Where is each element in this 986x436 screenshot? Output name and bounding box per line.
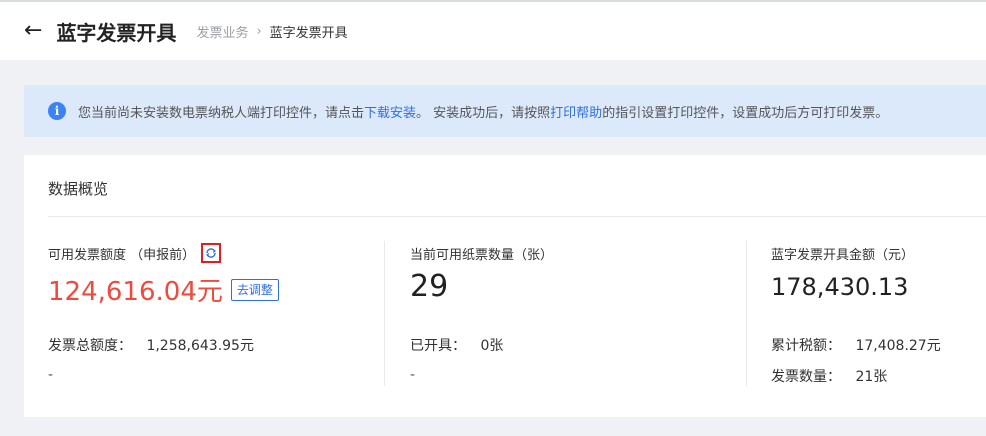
page-title: 蓝字发票开具 (56, 20, 177, 45)
amount-tax-row: 累计税额： 17,408.27元 (771, 335, 941, 355)
top-bar: ← 蓝字发票开具 发票业务 › 蓝字发票开具 (0, 0, 986, 60)
divider (48, 216, 986, 217)
paper-label: 当前可用纸票数量（张） (410, 247, 554, 263)
quota-total-row: 发票总额度： 1,258,643.95元 (48, 335, 254, 355)
amount-tax-label: 累计税额： (771, 338, 841, 354)
download-link[interactable]: 下载安装 (364, 102, 416, 121)
amount-count-label: 发票数量： (771, 369, 841, 385)
amount-tax-value: 17,408.27元 (855, 338, 941, 354)
amount-value: 178,430.13 (771, 273, 909, 301)
breadcrumb-parent[interactable]: 发票业务 (196, 22, 248, 41)
amount-count-row: 发票数量： 21张 (771, 366, 887, 386)
back-arrow-icon[interactable]: ← (24, 20, 42, 42)
notice-text-after: 的指引设置打印控件，设置成功后方可打印发票。 (602, 105, 889, 121)
refresh-icon[interactable] (201, 243, 222, 263)
quota-panel: 可用发票额度 （申报前） 124,616.04元 去调整 (48, 243, 279, 308)
breadcrumb-current: 蓝字发票开具 (269, 25, 348, 41)
quota-label: 可用发票额度 （申报前） (48, 247, 196, 263)
overview-title: 数据概览 (48, 180, 109, 198)
adjust-button[interactable]: 去调整 (230, 278, 279, 301)
paper-issued-label: 已开具： (410, 338, 466, 354)
overview-card: 数据概览 可用发票额度 （申报前） 124,616.04元 去调整 发票总额度：… (24, 155, 986, 417)
paper-extra: - (410, 367, 416, 383)
paper-issued-value: 0张 (480, 338, 504, 354)
column-divider (746, 241, 747, 386)
paper-issued-row: 已开具： 0张 (410, 335, 503, 355)
amount-count-value: 21张 (855, 369, 888, 385)
quota-value: 124,616.04元 (48, 277, 223, 307)
amount-label: 蓝字发票开具金额（元） (771, 247, 915, 263)
paper-value: 29 (410, 269, 449, 304)
column-divider (384, 241, 385, 386)
notice-text-middle: 。 安装成功后，请按照 (416, 105, 551, 121)
install-notice: i 您当前尚未安装数电票纳税人端打印控件，请点击 下载安装 。 安装成功后，请按… (24, 85, 986, 137)
paper-panel: 当前可用纸票数量（张） 29 (410, 243, 554, 305)
amount-panel: 蓝字发票开具金额（元） 178,430.13 (771, 243, 915, 302)
print-help-link[interactable]: 打印帮助 (550, 102, 602, 121)
quota-extra: - (48, 367, 54, 383)
breadcrumb-chevron-icon: › (256, 23, 262, 39)
quota-total-value: 1,258,643.95元 (146, 338, 254, 354)
notice-text-before: 您当前尚未安装数电票纳税人端打印控件，请点击 (78, 105, 365, 121)
info-icon: i (48, 102, 66, 120)
quota-total-label: 发票总额度： (48, 338, 132, 354)
